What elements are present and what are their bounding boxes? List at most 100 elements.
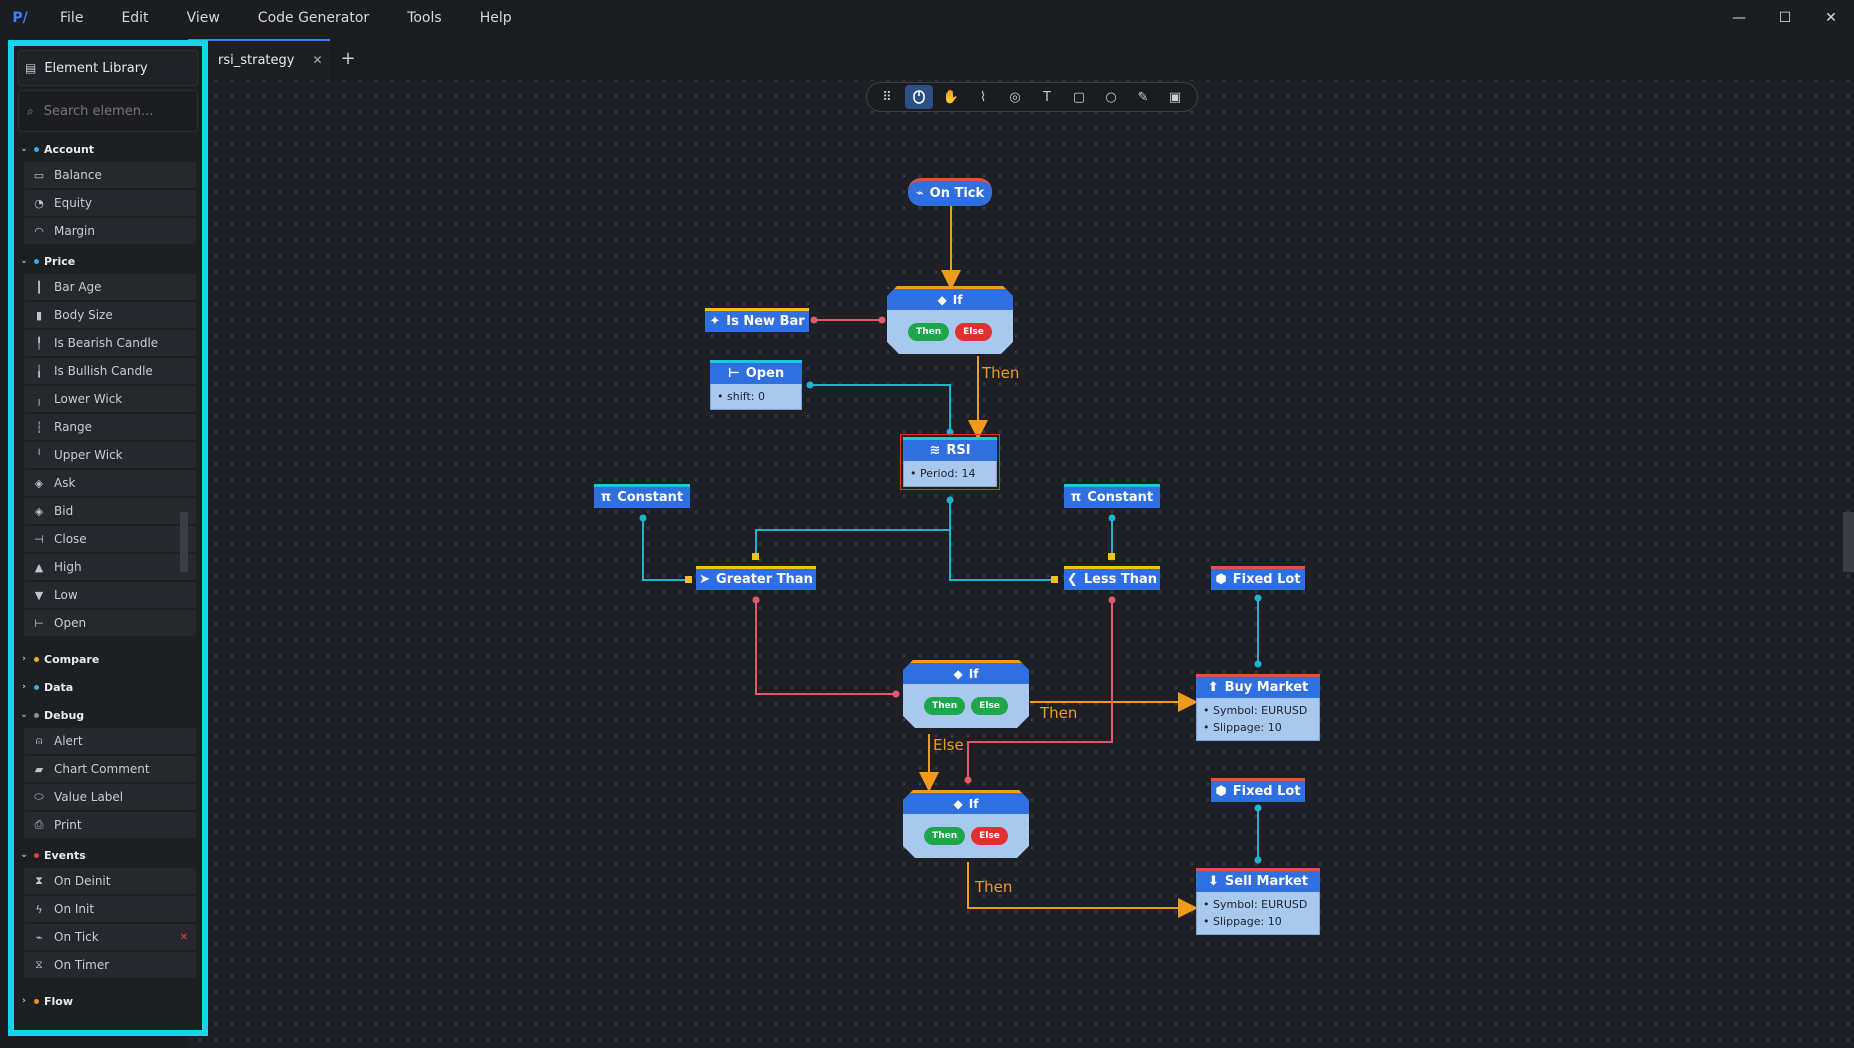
category-dot xyxy=(34,998,39,1004)
library-item-is-bearish-candle[interactable]: ╿ Is Bearish Candle xyxy=(24,330,196,356)
node-constant-2[interactable]: π Constant xyxy=(1064,484,1160,508)
node-rsi[interactable]: ≋ RSI Period: 14 xyxy=(900,434,1000,490)
library-item-on-tick[interactable]: ⌁ On Tick ✕ xyxy=(24,924,196,950)
bearish-candle-icon: ╿ xyxy=(35,336,43,350)
node-fixed-lot-1[interactable]: ⬢ Fixed Lot xyxy=(1211,566,1305,590)
text-tool-icon[interactable]: T xyxy=(1033,85,1061,109)
node-if-1[interactable]: ◆ If Then Else xyxy=(887,286,1013,354)
hand-tool-icon[interactable]: ✋ xyxy=(937,85,965,109)
category-events[interactable]: ⌄ Events xyxy=(14,844,202,866)
library-item-close[interactable]: ⊣ Close xyxy=(24,526,196,552)
node-if-2[interactable]: ◆ If Then Else xyxy=(903,660,1029,728)
edge-label-then: Then xyxy=(982,364,1020,382)
node-label: If xyxy=(968,796,979,811)
chevron-right-icon: › xyxy=(22,654,26,664)
library-item-bid[interactable]: ◈ Bid xyxy=(24,498,196,524)
category-flow[interactable]: › Flow xyxy=(14,990,202,1012)
hexagon-icon: ⬢ xyxy=(1215,572,1227,587)
group-tool-icon[interactable]: ◎ xyxy=(1001,85,1029,109)
library-item-high[interactable]: ▲ High xyxy=(24,554,196,580)
edge-label-then: Then xyxy=(975,878,1013,896)
edge-label-else: Else xyxy=(933,736,964,754)
category-data[interactable]: › Data xyxy=(14,676,202,698)
node-label: On Tick xyxy=(929,186,985,201)
panel-resize-handle[interactable] xyxy=(180,512,188,572)
node-prop: Period: 14 xyxy=(910,465,990,482)
library-item-upper-wick[interactable]: ╵ Upper Wick xyxy=(24,442,196,468)
close-window-button[interactable]: ✕ xyxy=(1808,0,1854,36)
remove-icon[interactable]: ✕ xyxy=(180,932,188,943)
connect-tool-icon[interactable]: ⌇ xyxy=(969,85,997,109)
menu-edit[interactable]: Edit xyxy=(101,0,166,36)
node-label: Constant xyxy=(1087,490,1154,505)
library-item-margin[interactable]: ◠ Margin xyxy=(24,218,196,244)
add-tab-button[interactable]: + xyxy=(330,40,366,76)
node-less-than[interactable]: ❮ Less Than xyxy=(1064,566,1160,590)
high-icon: ▲ xyxy=(34,560,44,574)
search-input[interactable] xyxy=(43,103,164,119)
node-fixed-lot-2[interactable]: ⬢ Fixed Lot xyxy=(1211,778,1305,802)
library-item-balance[interactable]: ▭ Balance xyxy=(24,162,196,188)
image-tool-icon[interactable]: ▣ xyxy=(1161,85,1189,109)
library-item-value-label[interactable]: ⬭ Value Label xyxy=(24,784,196,810)
library-item-is-bullish-candle[interactable]: ╽ Is Bullish Candle xyxy=(24,358,196,384)
node-prop: Slippage: 10 xyxy=(1203,719,1313,736)
node-if-3[interactable]: ◆ If Then Else xyxy=(903,790,1029,858)
menu-file[interactable]: File xyxy=(40,0,101,36)
bullish-candle-icon: ╽ xyxy=(35,364,43,378)
else-badge: Else xyxy=(971,697,1008,715)
node-is-new-bar[interactable]: ✦ Is New Bar xyxy=(705,308,809,332)
library-item-ask[interactable]: ◈ Ask xyxy=(24,470,196,496)
drag-handle-icon[interactable]: ⠿ xyxy=(873,85,901,109)
library-item-on-timer[interactable]: ⧖ On Timer xyxy=(24,952,196,978)
library-item-range[interactable]: ┆ Range xyxy=(24,414,196,440)
minimize-button[interactable]: — xyxy=(1716,0,1762,36)
menu-code-generator[interactable]: Code Generator xyxy=(238,0,387,36)
tab-close-icon[interactable]: ✕ xyxy=(312,53,322,67)
open-icon: ⊢ xyxy=(727,366,740,381)
category-debug[interactable]: ⌄ Debug xyxy=(14,704,202,726)
menu-view[interactable]: View xyxy=(167,0,238,36)
node-constant-1[interactable]: π Constant xyxy=(594,484,690,508)
node-label: Less Than xyxy=(1083,572,1158,587)
library-item-open[interactable]: ⊢ Open xyxy=(24,610,196,636)
then-badge: Then xyxy=(924,827,966,845)
library-item-equity[interactable]: ◔ Equity xyxy=(24,190,196,216)
node-sell-market[interactable]: ⬇ Sell Market Symbol: EURUSDSlippage: 10 xyxy=(1196,868,1320,935)
node-label: Open xyxy=(745,366,785,381)
library-item-on-init[interactable]: ϟ On Init xyxy=(24,896,196,922)
node-greater-than[interactable]: ➤ Greater Than xyxy=(696,566,816,590)
chevron-down-icon: ⌄ xyxy=(20,710,28,720)
library-icon: ▤ xyxy=(25,61,37,75)
library-item-on-deinit[interactable]: ⧗ On Deinit xyxy=(24,868,196,894)
select-tool-icon[interactable] xyxy=(905,85,933,109)
category-dot xyxy=(34,258,39,264)
node-open[interactable]: ⊢ Open shift: 0 xyxy=(710,360,802,410)
category-compare[interactable]: › Compare xyxy=(14,648,202,670)
library-item-bar-age[interactable]: ┃ Bar Age xyxy=(24,274,196,300)
library-item-chart-comment[interactable]: ▰ Chart Comment xyxy=(24,756,196,782)
pen-tool-icon[interactable]: ✎ xyxy=(1129,85,1157,109)
ellipse-tool-icon[interactable]: ○ xyxy=(1097,85,1125,109)
node-prop: Symbol: EURUSD xyxy=(1203,896,1313,913)
right-panel-handle[interactable] xyxy=(1843,512,1854,572)
library-item-low[interactable]: ▼ Low xyxy=(24,582,196,608)
library-item-lower-wick[interactable]: ╷ Lower Wick xyxy=(24,386,196,412)
category-account[interactable]: ⌄ Account xyxy=(14,138,202,160)
rectangle-tool-icon[interactable]: ▢ xyxy=(1065,85,1093,109)
node-canvas[interactable] xyxy=(188,80,1854,1048)
tab-rsi-strategy[interactable]: rsi_strategy ✕ xyxy=(188,39,330,79)
new-bar-icon: ✦ xyxy=(709,314,721,329)
category-dot xyxy=(34,712,39,718)
category-price[interactable]: ⌄ Price xyxy=(14,250,202,272)
menu-help[interactable]: Help xyxy=(460,0,530,36)
bell-icon: ⍝ xyxy=(35,734,43,747)
library-item-body-size[interactable]: ▮ Body Size xyxy=(24,302,196,328)
node-buy-market[interactable]: ⬆ Buy Market Symbol: EURUSDSlippage: 10 xyxy=(1196,674,1320,741)
menu-tools[interactable]: Tools xyxy=(387,0,460,36)
library-item-alert[interactable]: ⍝ Alert xyxy=(24,728,196,754)
node-on-tick[interactable]: ⌁ On Tick xyxy=(908,178,992,206)
maximize-button[interactable]: ☐ xyxy=(1762,0,1808,36)
library-item-print[interactable]: ⎙ Print xyxy=(24,812,196,838)
else-badge: Else xyxy=(955,323,992,341)
